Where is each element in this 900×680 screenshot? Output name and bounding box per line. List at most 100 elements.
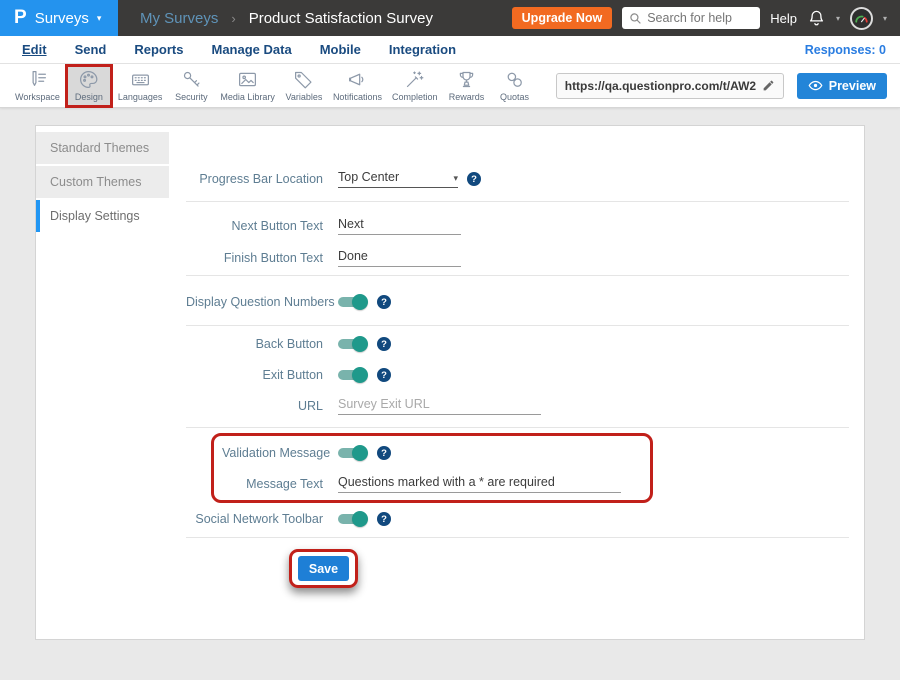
back-button-label: Back Button xyxy=(186,337,323,351)
nav-tab-edit[interactable]: Edit xyxy=(22,42,47,57)
sidebar-item-custom-themes[interactable]: Custom Themes xyxy=(36,166,169,198)
survey-url-box[interactable]: https://qa.questionpro.com/t/AW22Zcq2J xyxy=(556,73,784,99)
breadcrumb-my-surveys[interactable]: My Surveys xyxy=(140,10,218,27)
edit-pencil-icon[interactable] xyxy=(762,79,775,92)
social-network-toolbar-label: Social Network Toolbar xyxy=(186,512,323,526)
tool-variables[interactable]: Variables xyxy=(280,64,328,107)
product-menu-label: Surveys xyxy=(35,10,89,27)
languages-keyboard-icon xyxy=(130,69,151,90)
chevron-down-icon: ▾ xyxy=(453,173,458,184)
help-icon[interactable]: ? xyxy=(377,446,391,460)
search-icon xyxy=(629,12,642,25)
tool-completion[interactable]: Completion xyxy=(387,64,443,107)
section-divider xyxy=(186,427,849,428)
progress-bar-location-label: Progress Bar Location xyxy=(186,172,323,186)
quotas-links-icon xyxy=(504,69,525,90)
chevron-down-icon[interactable]: ▾ xyxy=(836,14,840,23)
help-search-box[interactable] xyxy=(622,7,760,29)
exit-button-label: Exit Button xyxy=(186,368,323,382)
back-button-toggle[interactable] xyxy=(338,336,368,352)
exit-button-row: Exit Button ? xyxy=(186,367,849,383)
help-icon[interactable]: ? xyxy=(467,172,481,186)
media-library-image-icon xyxy=(237,69,258,90)
questionpro-logo: P xyxy=(14,7,27,29)
tool-media-library[interactable]: Media Library xyxy=(215,64,280,107)
next-button-text-input[interactable] xyxy=(338,217,461,235)
design-toolbar: Workspace Design Languages Security Medi… xyxy=(0,64,900,108)
exit-url-row: URL xyxy=(186,397,849,415)
progress-bar-location-select[interactable]: Top Center ▾ xyxy=(338,170,458,188)
preview-button[interactable]: Preview xyxy=(797,73,887,99)
upgrade-now-button[interactable]: Upgrade Now xyxy=(512,7,613,29)
display-question-numbers-row: Display Question Numbers ? xyxy=(186,294,849,310)
nav-tab-mobile[interactable]: Mobile xyxy=(320,42,361,57)
help-icon[interactable]: ? xyxy=(377,337,391,351)
notifications-megaphone-icon xyxy=(347,69,368,90)
security-key-icon xyxy=(181,69,202,90)
survey-url: https://qa.questionpro.com/t/AW22Zcq2J xyxy=(565,79,756,93)
user-avatar[interactable] xyxy=(850,7,873,30)
eye-icon xyxy=(808,78,823,93)
search-input[interactable] xyxy=(647,11,753,25)
tool-design[interactable]: Design xyxy=(65,64,113,108)
breadcrumb: My Surveys › Product Satisfaction Survey xyxy=(140,10,433,27)
tool-quotas[interactable]: Quotas xyxy=(491,64,539,107)
exit-url-input[interactable] xyxy=(338,397,541,415)
avatar-gauge-icon xyxy=(854,12,869,24)
variables-tag-icon xyxy=(293,69,314,90)
finish-button-text-label: Finish Button Text xyxy=(186,251,323,265)
completion-wand-icon xyxy=(404,69,425,90)
save-annotation-box: Save xyxy=(289,549,358,588)
validation-annotation-box: Validation Message ? Message Text xyxy=(211,433,653,503)
help-icon[interactable]: ? xyxy=(377,512,391,526)
section-divider xyxy=(186,201,849,202)
back-button-row: Back Button ? xyxy=(186,336,849,352)
breadcrumb-separator: › xyxy=(231,11,235,26)
tool-languages[interactable]: Languages xyxy=(113,64,168,107)
rewards-trophy-icon xyxy=(456,69,477,90)
toolbar-tools: Workspace Design Languages Security Medi… xyxy=(10,64,539,107)
section-divider xyxy=(186,537,849,538)
social-network-toolbar-row: Social Network Toolbar ? xyxy=(186,511,849,527)
next-button-text-row: Next Button Text xyxy=(186,217,849,235)
header-actions: Upgrade Now Help ▾ ▾ xyxy=(512,7,900,30)
brand-surveys-menu[interactable]: P Surveys ▾ xyxy=(0,0,118,36)
section-divider xyxy=(186,275,849,276)
validation-message-toggle[interactable] xyxy=(338,445,368,461)
message-text-row: Message Text xyxy=(222,475,642,493)
display-question-numbers-label: Display Question Numbers xyxy=(186,295,323,309)
help-icon[interactable]: ? xyxy=(377,368,391,382)
url-preview-area: https://qa.questionpro.com/t/AW22Zcq2J P… xyxy=(556,73,887,99)
nav-tab-integration[interactable]: Integration xyxy=(389,42,456,57)
notifications-bell-icon[interactable] xyxy=(807,9,826,28)
page-title: Product Satisfaction Survey xyxy=(249,10,433,27)
display-question-numbers-toggle[interactable] xyxy=(338,294,368,310)
tool-workspace[interactable]: Workspace xyxy=(10,64,65,107)
top-header: P Surveys ▾ My Surveys › Product Satisfa… xyxy=(0,0,900,36)
chevron-down-icon[interactable]: ▾ xyxy=(883,14,887,23)
sidebar-item-standard-themes[interactable]: Standard Themes xyxy=(36,132,169,164)
message-text-input[interactable] xyxy=(338,475,621,493)
tool-security[interactable]: Security xyxy=(167,64,215,107)
help-link[interactable]: Help xyxy=(770,11,797,26)
themes-sidebar: Standard Themes Custom Themes Display Se… xyxy=(36,126,169,639)
nav-tab-send[interactable]: Send xyxy=(75,42,107,57)
page-background: Standard Themes Custom Themes Display Se… xyxy=(0,108,900,680)
section-divider xyxy=(186,325,849,326)
save-button[interactable]: Save xyxy=(298,556,349,581)
help-icon[interactable]: ? xyxy=(377,295,391,309)
tool-rewards[interactable]: Rewards xyxy=(443,64,491,107)
exit-button-toggle[interactable] xyxy=(338,367,368,383)
finish-button-text-row: Finish Button Text xyxy=(186,249,849,267)
tool-notifications[interactable]: Notifications xyxy=(328,64,387,107)
sidebar-item-display-settings[interactable]: Display Settings xyxy=(36,200,169,232)
finish-button-text-input[interactable] xyxy=(338,249,461,267)
social-network-toolbar-toggle[interactable] xyxy=(338,511,368,527)
display-settings-card: Standard Themes Custom Themes Display Se… xyxy=(35,125,865,640)
nav-tab-manage-data[interactable]: Manage Data xyxy=(211,42,291,57)
nav-tab-reports[interactable]: Reports xyxy=(134,42,183,57)
responses-count[interactable]: Responses: 0 xyxy=(805,43,886,57)
next-button-text-label: Next Button Text xyxy=(186,219,323,233)
validation-message-label: Validation Message xyxy=(222,446,323,460)
progress-bar-location-row: Progress Bar Location Top Center ▾ ? xyxy=(186,170,849,188)
